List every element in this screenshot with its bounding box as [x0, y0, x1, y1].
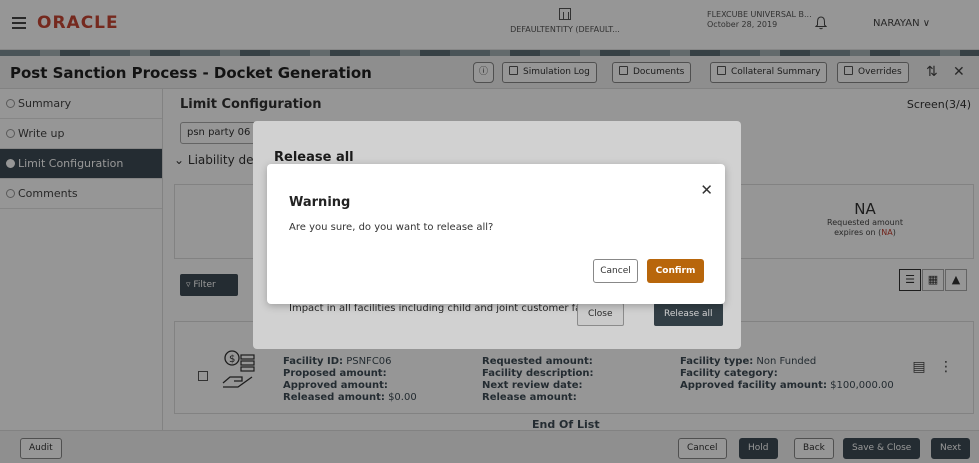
- confirm-button[interactable]: Confirm: [647, 259, 704, 283]
- warning-title: Warning: [289, 195, 351, 210]
- warning-message: Are you sure, do you want to release all…: [289, 222, 494, 233]
- warning-cancel-button[interactable]: Cancel: [593, 259, 638, 283]
- close-icon[interactable]: ✕: [700, 181, 713, 199]
- warning-dialog: Warning ✕ Are you sure, do you want to r…: [267, 164, 725, 304]
